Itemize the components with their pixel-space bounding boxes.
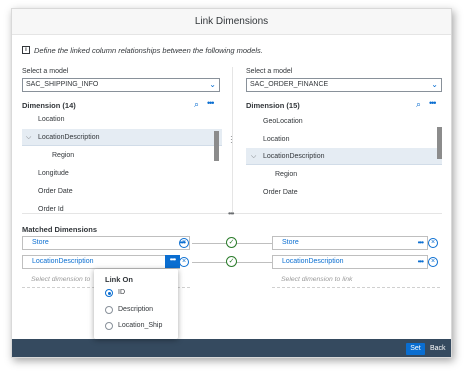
- radio-selected-icon[interactable]: [105, 289, 113, 297]
- info-icon: i: [22, 46, 30, 54]
- right-select-label: Select a model: [246, 68, 293, 75]
- matched-dimensions-title: Matched Dimensions: [22, 225, 98, 234]
- info-row: i Define the linked column relationships…: [22, 44, 263, 56]
- more-icon[interactable]: •••: [429, 98, 437, 108]
- set-button[interactable]: Set: [406, 343, 425, 355]
- left-dimension-header: Dimension (14): [22, 101, 76, 110]
- radio-label: Description: [118, 306, 154, 313]
- left-model-value: SAC_SHIPPING_INFO: [26, 81, 99, 88]
- back-button[interactable]: Back: [430, 343, 446, 355]
- left-dimension-tree: Location ⌵ LocationDescription Region Lo…: [22, 113, 222, 213]
- tree-item-label: GeoLocation: [263, 118, 303, 125]
- remove-circle-icon[interactable]: ×: [179, 238, 189, 248]
- tree-item[interactable]: Region: [22, 147, 222, 164]
- chevron-down-icon: ⌵: [26, 134, 32, 141]
- check-circle-icon: ✓: [226, 256, 237, 267]
- info-text: Define the linked column relationships b…: [34, 45, 263, 55]
- tree-item-label: Region: [52, 152, 75, 159]
- left-select-label: Select a model: [22, 68, 69, 75]
- right-dimension-tree: GeoLocation Location ⌵ LocationDescripti…: [246, 113, 442, 213]
- more-icon-active[interactable]: •••: [165, 255, 180, 268]
- radio-icon[interactable]: [105, 322, 113, 330]
- right-model-value: SAC_ORDER_FINANCE: [250, 81, 329, 88]
- chevron-down-icon: ⌄: [431, 80, 438, 89]
- radio-label: ID: [118, 289, 125, 296]
- tree-item-label: LocationDescription: [263, 153, 325, 160]
- tree-item-label: Location: [38, 116, 65, 123]
- more-icon[interactable]: •••: [207, 98, 215, 108]
- dialog-title: Link Dimensions: [12, 9, 451, 35]
- search-icon[interactable]: ⌕: [416, 99, 421, 110]
- tree-item[interactable]: Location: [22, 113, 222, 128]
- chevron-down-icon: ⌵: [251, 153, 257, 160]
- check-circle-icon: ✓: [226, 237, 237, 248]
- tree-item[interactable]: Longitude: [22, 165, 222, 182]
- tree-item[interactable]: Location: [246, 131, 442, 148]
- tree-item-label: Order Id: [38, 206, 64, 213]
- tree-item-selected[interactable]: ⌵ LocationDescription: [22, 129, 222, 146]
- tree-item[interactable]: Order Date: [22, 183, 222, 200]
- tree-item-label: Region: [275, 171, 298, 178]
- right-model-select[interactable]: SAC_ORDER_FINANCE ⌄: [246, 78, 442, 92]
- right-dimension-header: Dimension (15): [246, 101, 300, 110]
- tree-item[interactable]: Region: [246, 166, 442, 183]
- matched-right-field[interactable]: LocationDescription •••: [272, 255, 428, 269]
- tree-item-label: Location: [263, 136, 290, 143]
- tree-item[interactable]: Order Id: [22, 201, 222, 213]
- matched-right-value: Store: [282, 239, 299, 246]
- resize-handle-icon[interactable]: •••: [228, 209, 234, 218]
- more-icon[interactable]: •••: [418, 256, 424, 268]
- remove-circle-icon[interactable]: ×: [428, 257, 438, 267]
- link-on-popover: Link On ID Description Location_Ship: [94, 269, 178, 339]
- radio-icon[interactable]: [105, 306, 113, 314]
- right-scrollbar[interactable]: [437, 127, 442, 159]
- more-icon[interactable]: •••: [418, 237, 424, 249]
- matched-right-value: LocationDescription: [282, 258, 344, 265]
- dialog-footer: Set Back: [12, 339, 451, 357]
- resize-handle-icon[interactable]: · · ·: [230, 133, 234, 147]
- tree-item[interactable]: Order Date: [246, 184, 442, 201]
- placeholder-text: Select dimension to link: [281, 276, 353, 283]
- matched-right-field[interactable]: Store •••: [272, 236, 428, 250]
- matched-left-value: LocationDescription: [32, 258, 94, 265]
- matched-left-value: Store: [32, 239, 49, 246]
- remove-circle-icon[interactable]: ×: [428, 238, 438, 248]
- matched-left-field[interactable]: LocationDescription: [22, 255, 180, 269]
- left-scrollbar[interactable]: [214, 131, 219, 161]
- chevron-down-icon: ⌄: [209, 80, 216, 89]
- tree-item-label: Order Date: [263, 189, 298, 196]
- radio-label: Location_Ship: [118, 322, 163, 329]
- radio-option-description[interactable]: Description: [105, 304, 153, 316]
- radio-option-location-ship[interactable]: Location_Ship: [105, 320, 162, 332]
- remove-circle-icon[interactable]: ×: [179, 257, 189, 267]
- matched-left-field[interactable]: Store •••: [22, 236, 190, 250]
- radio-option-id[interactable]: ID: [105, 287, 125, 299]
- tree-item-label: LocationDescription: [38, 134, 100, 141]
- select-dimension-right-placeholder[interactable]: Select dimension to link: [272, 274, 440, 288]
- link-dimensions-dialog: Link Dimensions i Define the linked colu…: [11, 8, 452, 358]
- placeholder-text: Select dimension to: [31, 276, 91, 283]
- popover-title: Link On: [105, 275, 133, 284]
- tree-item-label: Order Date: [38, 188, 73, 195]
- left-model-select[interactable]: SAC_SHIPPING_INFO ⌄: [22, 78, 220, 92]
- tree-item[interactable]: GeoLocation: [246, 113, 442, 130]
- search-icon[interactable]: ⌕: [194, 99, 199, 110]
- tree-item-label: Longitude: [38, 170, 69, 177]
- tree-item-selected[interactable]: ⌵ LocationDescription: [246, 148, 442, 165]
